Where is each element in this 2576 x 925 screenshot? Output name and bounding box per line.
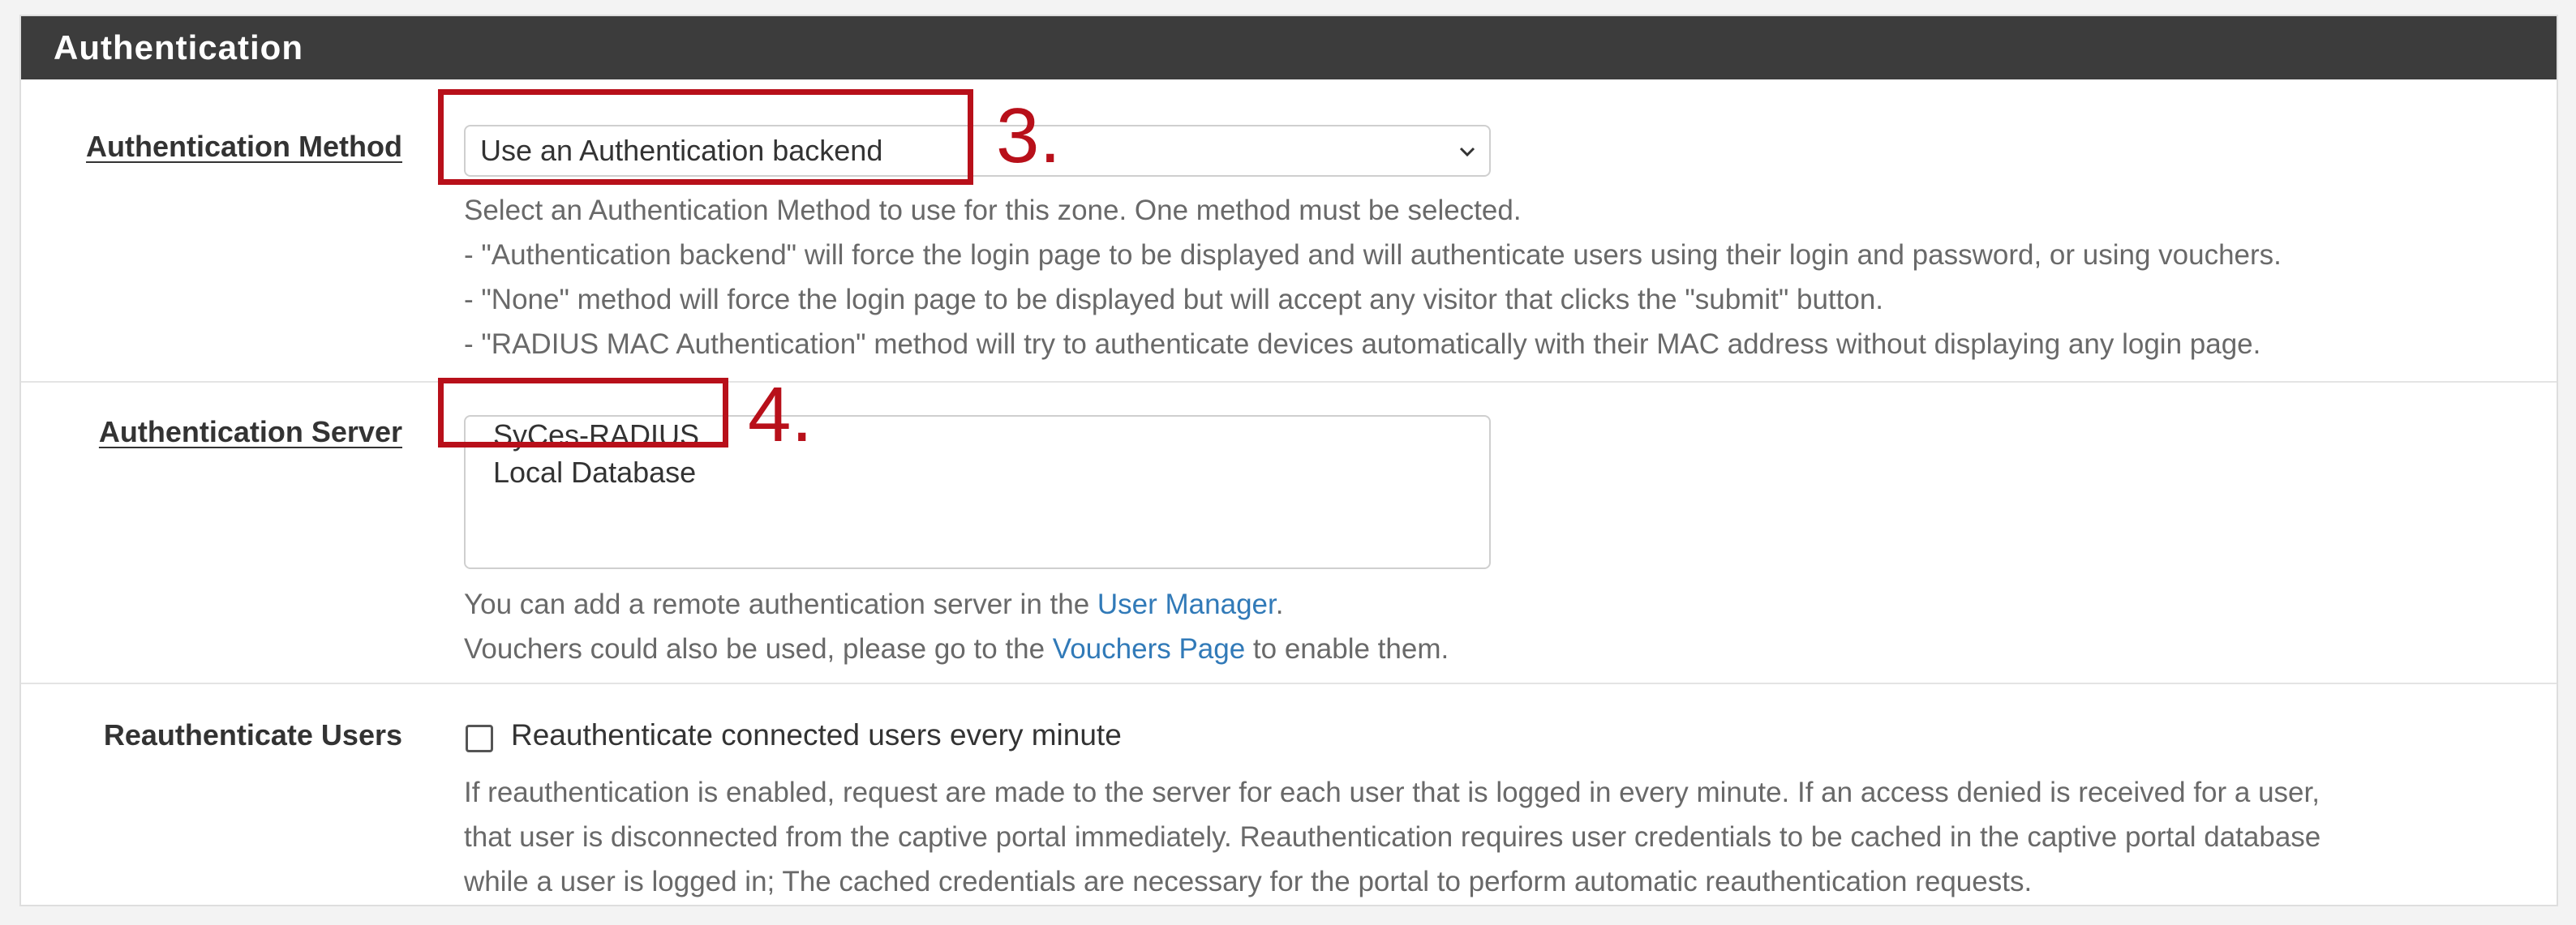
- auth-server-help-2: Vouchers could also be used, please go t…: [464, 627, 1449, 671]
- auth-method-help-1: Select an Authentication Method to use f…: [464, 195, 1522, 226]
- step-3-highlight-box: [438, 89, 973, 185]
- auth-server-row: Authentication Server SyCes-RADIUS Local…: [21, 381, 2557, 683]
- panel-title: Authentication: [21, 16, 2557, 79]
- user-manager-link[interactable]: User Manager: [1097, 589, 1276, 620]
- reauth-row: Reauthenticate Users Reauthenticate conn…: [21, 683, 2557, 906]
- auth-server-help-1-suffix: .: [1275, 589, 1284, 620]
- reauth-label: Reauthenticate Users: [103, 718, 402, 752]
- auth-server-help-1: You can add a remote authentication serv…: [464, 582, 1283, 627]
- reauth-help-3: while a user is logged in; The cached cr…: [464, 866, 2033, 897]
- authentication-panel: Authentication Authentication Method Use…: [19, 15, 2558, 906]
- step-4-highlight-box: [438, 378, 728, 448]
- step-3-label: 3.: [996, 92, 1062, 179]
- auth-server-help-2-suffix: to enable them.: [1245, 633, 1449, 665]
- reauth-checkbox[interactable]: [466, 725, 493, 752]
- auth-method-help-4: - "RADIUS MAC Authentication" method wil…: [464, 328, 2261, 360]
- reauth-checkbox-label[interactable]: Reauthenticate connected users every min…: [511, 718, 1122, 752]
- step-4-label: 4.: [748, 371, 814, 458]
- auth-method-help-3: - "None" method will force the login pag…: [464, 284, 1884, 315]
- auth-server-option-local-db[interactable]: Local Database: [493, 454, 696, 491]
- auth-method-help-2: - "Authentication backend" will force th…: [464, 239, 2282, 271]
- reauth-help-1: If reauthentication is enabled, request …: [464, 777, 2320, 808]
- auth-method-label: Authentication Method: [86, 130, 402, 163]
- chevron-down-icon: [1459, 147, 1475, 157]
- auth-server-help-1-text: You can add a remote authentication serv…: [464, 589, 1097, 620]
- reauth-help-2: that user is disconnected from the capti…: [464, 821, 2321, 853]
- auth-method-row: Authentication Method Use an Authenticat…: [21, 79, 2557, 381]
- auth-server-help-2-text: Vouchers could also be used, please go t…: [464, 633, 1053, 665]
- vouchers-page-link[interactable]: Vouchers Page: [1053, 633, 1245, 665]
- auth-server-label: Authentication Server: [98, 415, 402, 448]
